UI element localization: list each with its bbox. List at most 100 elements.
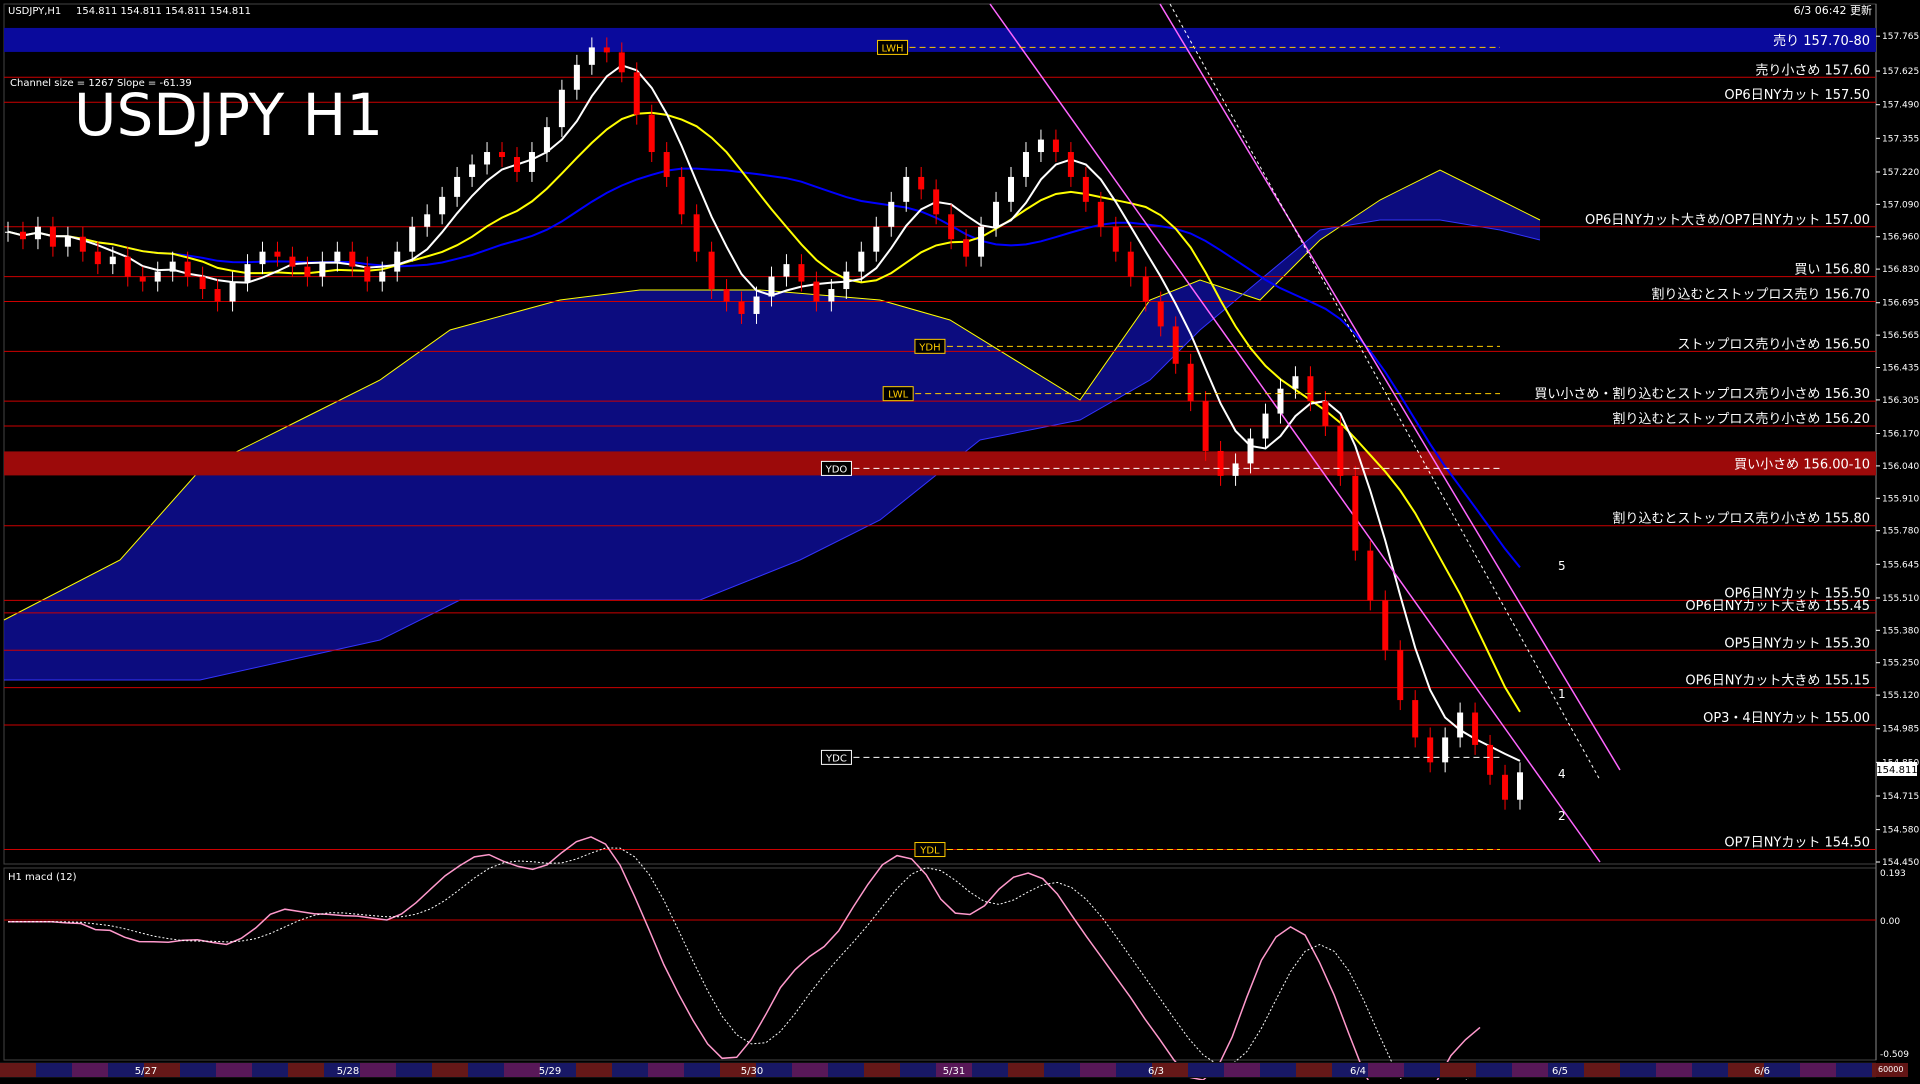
update-timestamp: 6/3 06:42 更新 bbox=[1794, 3, 1872, 17]
time-label: 5/27 bbox=[135, 1066, 157, 1077]
candle-body bbox=[289, 256, 296, 267]
axis-tick-label: 154.450 bbox=[1882, 858, 1919, 868]
level-label: OP6日NYカット大きめ/OP7日NYカット 157.00 bbox=[1585, 213, 1870, 228]
time-segment bbox=[648, 1063, 684, 1077]
candle-body bbox=[978, 226, 985, 257]
candle-body bbox=[1502, 774, 1509, 800]
candle-body bbox=[738, 301, 745, 314]
candle-body bbox=[1067, 152, 1074, 177]
axis-tick-label: 157.490 bbox=[1882, 101, 1919, 111]
level-label: 割り込むとストップロス売り小さめ 156.20 bbox=[1612, 411, 1870, 427]
time-label: 6/3 bbox=[1148, 1066, 1164, 1077]
mt4-chart-window[interactable]: 売り 157.70-80 売り小さめ 157.60 OP6日NYカット 157.50… bbox=[0, 0, 1920, 1084]
axis-tick-label: 157.355 bbox=[1882, 134, 1919, 144]
candle-body bbox=[484, 152, 491, 165]
time-segment bbox=[1368, 1063, 1404, 1077]
level-label: 割り込むとストップロス売り小さめ 155.80 bbox=[1612, 511, 1870, 527]
time-segment bbox=[360, 1063, 396, 1077]
time-segment bbox=[972, 1063, 1008, 1077]
candle-body bbox=[1157, 301, 1164, 327]
axis-tick-label: 154.715 bbox=[1882, 792, 1919, 802]
candle-body bbox=[229, 281, 236, 302]
candle-body bbox=[1232, 463, 1239, 476]
wave-label-1: 1 bbox=[1558, 687, 1566, 701]
level-label: 買い小さめ 156.00-10 bbox=[1734, 457, 1870, 472]
candle-body bbox=[1142, 276, 1149, 302]
candle-body bbox=[154, 271, 161, 282]
level-band bbox=[4, 451, 1876, 476]
candle-body bbox=[603, 47, 610, 53]
time-segment bbox=[1224, 1063, 1260, 1077]
candle-body bbox=[1217, 450, 1224, 476]
candle-body bbox=[558, 89, 565, 128]
candle-body bbox=[1382, 600, 1389, 651]
time-segment bbox=[1116, 1063, 1152, 1077]
candle-body bbox=[798, 264, 805, 282]
candle-body bbox=[439, 196, 446, 215]
axis-tick-label: 155.510 bbox=[1882, 594, 1919, 604]
candle-body bbox=[543, 127, 550, 153]
time-segment bbox=[612, 1063, 648, 1077]
time-label: 5/28 bbox=[337, 1066, 359, 1077]
time-segment bbox=[1476, 1063, 1512, 1077]
wave-label-4: 4 bbox=[1558, 767, 1566, 781]
candle-body bbox=[1367, 550, 1374, 601]
axis-tick-label: 156.960 bbox=[1882, 233, 1919, 243]
candle-body bbox=[663, 152, 670, 177]
time-segment bbox=[1188, 1063, 1224, 1077]
candle-body bbox=[1487, 744, 1494, 775]
time-segment bbox=[504, 1063, 540, 1077]
level-label: 売り 157.70-80 bbox=[1773, 33, 1870, 49]
axis-tick-label: 155.250 bbox=[1882, 659, 1919, 669]
candle-body bbox=[1247, 438, 1254, 464]
candle-body bbox=[1112, 226, 1119, 252]
axis-tick-label: 157.220 bbox=[1882, 168, 1919, 178]
macd-scale-top: 0.193 bbox=[1880, 869, 1906, 879]
candle-body bbox=[528, 152, 535, 172]
candle-body bbox=[79, 236, 86, 252]
candle-body bbox=[49, 226, 56, 247]
time-segment bbox=[792, 1063, 828, 1077]
candle-body bbox=[1517, 772, 1523, 800]
candle-body bbox=[409, 226, 416, 252]
candle-body bbox=[214, 289, 221, 302]
time-label: 5/29 bbox=[539, 1066, 561, 1077]
candle-body bbox=[1442, 737, 1449, 763]
time-segment bbox=[396, 1063, 432, 1077]
candle-body bbox=[139, 276, 146, 282]
time-segment bbox=[0, 1063, 36, 1077]
candle-body bbox=[379, 271, 386, 282]
level-band bbox=[4, 27, 1876, 52]
candle-body bbox=[513, 157, 520, 172]
candle-body bbox=[334, 251, 341, 262]
candle-body bbox=[1457, 712, 1464, 738]
candle-body bbox=[873, 226, 880, 252]
candle-body bbox=[469, 164, 476, 177]
candle-body bbox=[1172, 326, 1179, 364]
chart-svg[interactable]: 売り 157.70-80 売り小さめ 157.60 OP6日NYカット 157.50… bbox=[0, 0, 1920, 1084]
time-segment bbox=[180, 1063, 216, 1077]
candle-body bbox=[1022, 152, 1029, 177]
time-label: 5/31 bbox=[943, 1066, 965, 1077]
candle-body bbox=[813, 281, 820, 302]
candle-body bbox=[319, 261, 326, 277]
candle-body bbox=[783, 264, 790, 277]
candle-body bbox=[394, 251, 401, 272]
candle-body bbox=[454, 176, 461, 197]
candle-body bbox=[1307, 376, 1314, 402]
candle-body bbox=[1292, 376, 1299, 389]
marker-tag-lwh: LWH bbox=[882, 43, 904, 54]
candle-body bbox=[903, 176, 910, 202]
macd-scale-zero: 0.00 bbox=[1880, 917, 1900, 927]
time-segment bbox=[1440, 1063, 1476, 1077]
candle-body bbox=[274, 251, 281, 257]
axis-tick-label: 154.580 bbox=[1882, 826, 1919, 836]
candle-body bbox=[1262, 413, 1269, 439]
candle-body bbox=[94, 251, 101, 265]
current-price-tag: 154.811 bbox=[1876, 765, 1917, 776]
time-segment bbox=[1296, 1063, 1332, 1077]
time-segment bbox=[1512, 1063, 1548, 1077]
candle-body bbox=[64, 236, 71, 247]
candle-body bbox=[1052, 139, 1059, 153]
level-label: OP6日NYカット大きめ 155.15 bbox=[1685, 674, 1870, 689]
